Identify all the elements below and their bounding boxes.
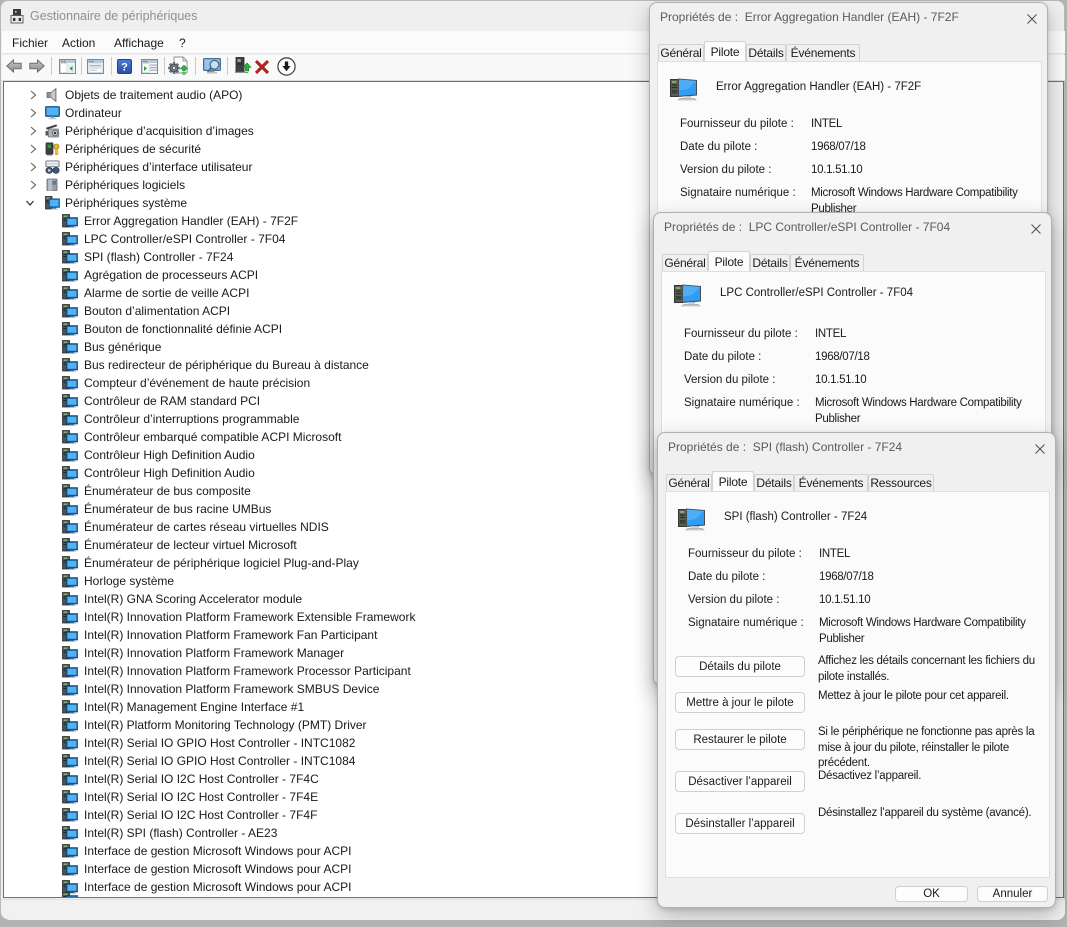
svg-text:?: ? xyxy=(121,62,128,74)
